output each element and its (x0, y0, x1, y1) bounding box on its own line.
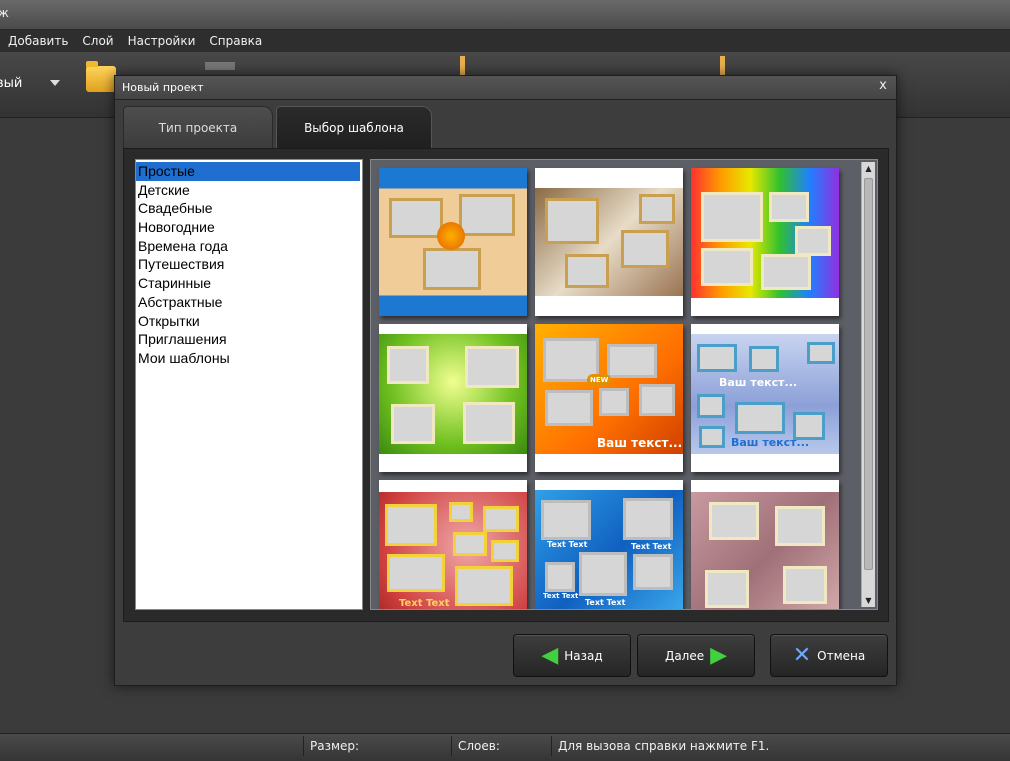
template-caption: Ваш текст... (719, 376, 798, 389)
template-caption: Text Text (585, 598, 626, 607)
category-item[interactable]: Открытки (136, 312, 362, 331)
template-caption: Text Text (399, 598, 450, 609)
toolbar-icon[interactable] (205, 62, 235, 70)
template-thumbnail[interactable]: Ваш текст... Ваш текст... (691, 324, 839, 472)
template-gallery: NEW Ваш текст... Ваш текст... Ваш текст.… (370, 159, 878, 610)
app-title: ж (0, 6, 9, 20)
template-thumbnail[interactable] (691, 480, 839, 609)
status-help: Для вызова справки нажмите F1. (551, 736, 1010, 756)
status-size: Размер: (303, 736, 451, 756)
scrollbar-thumb[interactable] (864, 178, 873, 570)
new-project-dialog: Новый проект x Тип проекта Выбор шаблона… (114, 75, 897, 686)
close-icon[interactable]: x (876, 79, 890, 93)
scroll-down-icon[interactable]: ▼ (862, 594, 875, 607)
app-titlebar: ж (0, 0, 1010, 30)
tab-project-type[interactable]: Тип проекта (123, 106, 273, 148)
menu-settings[interactable]: Настройки (128, 34, 196, 48)
template-thumbnail[interactable] (379, 168, 527, 316)
menu-layer[interactable]: Слой (82, 34, 113, 48)
menu-add[interactable]: Добавить (8, 34, 68, 48)
category-item[interactable]: Приглашения (136, 330, 362, 349)
template-thumbnail[interactable] (691, 168, 839, 316)
template-thumbnail[interactable] (379, 324, 527, 472)
cancel-button[interactable]: ✕ Отмена (770, 634, 888, 677)
dialog-title: Новый проект (122, 81, 204, 94)
gallery-scrollbar[interactable]: ▲ ▼ (861, 162, 875, 607)
next-button-label: Далее (664, 648, 705, 663)
category-item[interactable]: Абстрактные (136, 293, 362, 312)
menu-bar: Добавить Слой Настройки Справка (0, 30, 1010, 52)
tab-template-choice[interactable]: Выбор шаблона (276, 106, 432, 148)
next-button[interactable]: Далее ▶ (637, 634, 755, 677)
template-caption: Ваш текст... (731, 436, 810, 449)
back-button-label: Назад (564, 648, 603, 663)
arrow-right-icon: ▶ (710, 642, 728, 668)
menu-help[interactable]: Справка (209, 34, 262, 48)
category-list[interactable]: Простые Детские Свадебные Новогодние Вре… (135, 159, 363, 610)
template-caption: Ваш текст... (597, 436, 683, 450)
template-caption: Text Text (631, 542, 672, 551)
template-panel: Простые Детские Свадебные Новогодние Вре… (123, 148, 889, 622)
category-item[interactable]: Старинные (136, 274, 362, 293)
template-caption: Text Text (543, 592, 579, 600)
dialog-titlebar: Новый проект x (115, 76, 896, 100)
category-item[interactable]: Времена года (136, 237, 362, 256)
category-item[interactable]: Свадебные (136, 199, 362, 218)
back-button[interactable]: ◀ Назад (513, 634, 631, 677)
category-item[interactable]: Детские (136, 181, 362, 200)
open-folder-icon[interactable] (86, 61, 116, 92)
cancel-x-icon: ✕ (792, 642, 812, 668)
scroll-up-icon[interactable]: ▲ (862, 162, 875, 175)
template-thumbnail[interactable] (535, 168, 683, 316)
category-item[interactable]: Мои шаблоны (136, 349, 362, 368)
template-thumbnail[interactable]: NEW Ваш текст... (535, 324, 683, 472)
template-caption: NEW (587, 374, 612, 386)
category-item[interactable]: Новогодние (136, 218, 362, 237)
new-project-button[interactable]: вый (0, 76, 22, 91)
template-caption: Text Text (547, 540, 588, 549)
sun-icon (437, 222, 465, 250)
status-layers: Слоев: (451, 736, 551, 756)
arrow-left-icon: ◀ (541, 642, 559, 668)
status-bar: Размер: Слоев: Для вызова справки нажмит… (0, 733, 1010, 761)
cancel-button-label: Отмена (817, 648, 866, 663)
category-item[interactable]: Путешествия (136, 255, 362, 274)
chevron-down-icon[interactable] (50, 80, 60, 86)
template-thumbnail[interactable]: Text Text Text Text Text Text Text Text (535, 480, 683, 609)
toolbar-separator (720, 56, 725, 76)
category-item[interactable]: Простые (136, 162, 360, 181)
toolbar-separator (460, 56, 465, 76)
template-thumbnail[interactable]: Text Text (379, 480, 527, 609)
